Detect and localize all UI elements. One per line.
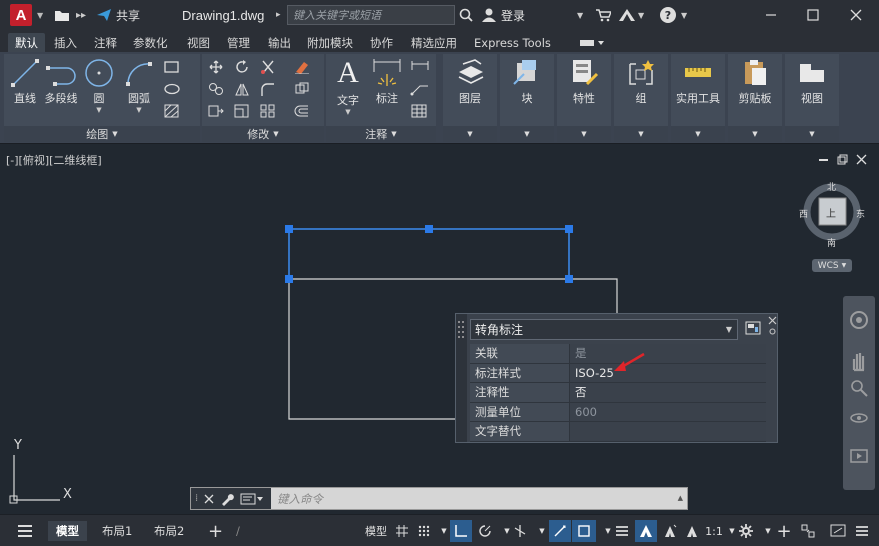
hamburger-menu-icon[interactable] [16, 523, 34, 539]
command-grip-icon[interactable]: ⁞ [195, 493, 198, 504]
quick-select-icon[interactable] [744, 320, 762, 336]
navigation-bar [843, 296, 875, 490]
tab-model[interactable]: 模型 [48, 521, 87, 541]
snap-icon[interactable] [414, 520, 434, 542]
property-value[interactable] [570, 422, 766, 441]
quick-properties-palette: 转角标注 ▼ 关联 是 标注样式 ISO-25 注释性 否 测量单位 600 文… [455, 313, 778, 443]
grip-dots-icon [458, 321, 464, 338]
workspace-gear-icon[interactable] [736, 520, 756, 542]
wrench-icon[interactable] [220, 492, 235, 506]
annotation-arrow-icon [614, 352, 645, 371]
ucs-y-label: Y [14, 438, 22, 453]
units-icon[interactable] [798, 520, 818, 542]
property-key: 测量单位 [470, 402, 570, 421]
palette-grip-handle[interactable] [456, 314, 467, 442]
grip-handle[interactable] [285, 225, 293, 233]
scale-value[interactable]: 1:1 [704, 520, 724, 542]
property-value[interactable]: ISO-25 [570, 363, 766, 382]
pan-hand-icon[interactable] [849, 350, 869, 372]
tab-layout1[interactable]: 布局1 [94, 521, 140, 541]
property-value: 是 [570, 344, 766, 363]
clean-screen-icon[interactable] [828, 520, 848, 542]
property-row[interactable]: 文字替代 [470, 422, 766, 442]
grip-handle[interactable] [565, 275, 573, 283]
annotation-visibility-icon[interactable] [635, 520, 657, 542]
property-value: 600 [570, 402, 766, 421]
steering-wheel-icon[interactable] [849, 310, 869, 330]
grip-handle[interactable] [425, 225, 433, 233]
command-expand-icon[interactable]: ▲ [678, 494, 683, 502]
showmotion-icon[interactable] [849, 446, 869, 466]
isodraft-icon[interactable] [510, 520, 530, 542]
property-key: 关联 [470, 344, 570, 363]
palette-close-icon[interactable] [768, 316, 777, 325]
property-key: 注释性 [470, 383, 570, 402]
rectangle-edges-right[interactable] [569, 278, 618, 313]
object-snap-tracking-icon[interactable] [549, 520, 571, 542]
lineweight-icon[interactable] [612, 520, 632, 542]
ucs-icon [9, 455, 60, 504]
viewcube-east[interactable]: 东 [856, 207, 865, 220]
drawing-canvas [9, 183, 861, 504]
viewcube-west[interactable]: 西 [799, 207, 808, 220]
annotation-scale-icon[interactable] [682, 520, 702, 542]
chevron-down-icon: ▼ [725, 325, 732, 334]
command-close-icon[interactable] [204, 494, 214, 504]
command-line: ⁞ 键入命令 ▲ [190, 487, 688, 510]
command-line-controls: ⁞ [191, 488, 271, 509]
annotation-monitor-icon[interactable]: + [774, 520, 794, 542]
property-row[interactable]: 测量单位 600 [470, 402, 766, 422]
property-row[interactable]: 注释性 否 [470, 383, 766, 403]
selected-dimension-line[interactable] [288, 228, 570, 279]
grid-icon[interactable] [392, 520, 412, 542]
ucs-x-label: X [63, 487, 72, 502]
model-space-button[interactable]: 模型 [362, 520, 390, 542]
orbit-icon[interactable] [849, 408, 869, 428]
property-key: 文字替代 [470, 422, 570, 441]
palette-settings-icon[interactable] [768, 327, 777, 336]
object-snap-icon[interactable] [572, 520, 596, 542]
grip-handle[interactable] [285, 275, 293, 283]
tab-layout2[interactable]: 布局2 [146, 521, 192, 541]
zoom-extents-icon[interactable] [849, 378, 869, 398]
polar-tracking-icon[interactable] [475, 520, 495, 542]
viewcube-north[interactable]: 北 [827, 180, 836, 193]
status-bar: 模型 布局1 布局2 + / 模型 ▼ ▼ ▼ ▼ 1:1 ▼ ▼ + [0, 514, 879, 546]
property-key: 标注样式 [470, 363, 570, 382]
wcs-menu[interactable]: WCS ▼ [812, 259, 852, 272]
property-value[interactable]: 否 [570, 383, 766, 402]
add-layout-button[interactable]: + [200, 521, 231, 542]
auto-scale-icon[interactable] [660, 520, 680, 542]
customize-status-bar-icon[interactable] [852, 520, 872, 542]
layout-divider: / [236, 524, 240, 538]
rectangle-edges[interactable] [288, 279, 455, 420]
command-history-icon[interactable] [240, 492, 264, 506]
viewcube-south[interactable]: 南 [827, 236, 836, 249]
object-type-select[interactable]: 转角标注 ▼ [470, 319, 738, 340]
command-input[interactable]: 键入命令 [273, 490, 671, 507]
grip-handle[interactable] [565, 225, 573, 233]
viewcube-top-face[interactable]: 上 [826, 205, 836, 220]
ortho-icon[interactable] [450, 520, 472, 542]
